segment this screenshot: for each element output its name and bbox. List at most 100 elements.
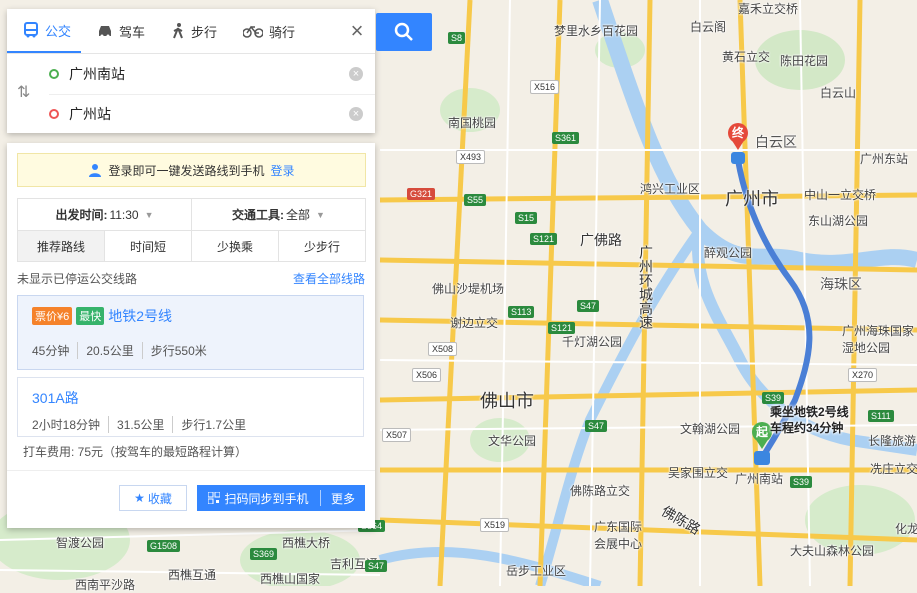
highway-shield: S113 [508,306,535,318]
highway-shield: X516 [530,80,560,94]
sort-less-walking[interactable]: 少步行 [279,231,365,261]
map-label: 海珠区 [820,276,862,292]
favorite-button[interactable]: ★ 收藏 [119,485,187,511]
highway-shield: S39 [762,392,785,404]
map-label: 长隆旅游 [868,434,917,448]
tab-label: 驾车 [119,24,146,40]
tab-walk[interactable]: 步行 [155,9,227,53]
end-marker[interactable]: 终 [727,122,749,169]
tab-label: 骑行 [269,24,296,40]
tab-bus[interactable]: 公交 [7,9,82,53]
view-all-lines-link[interactable]: 查看全部线路 [293,270,365,287]
highway-shield: S121 [530,233,558,245]
map-label: 西樵互通 [168,568,217,582]
map-label: 千灯湖公园 [562,335,623,349]
highway-shield: S55 [464,194,487,206]
chevron-down-icon: ▼ [144,209,154,220]
sort-recommended[interactable]: 推荐路线 [18,231,105,261]
map-label: 黄石立交 [722,50,771,64]
highway-shield: S8 [448,32,466,44]
route-name: 地铁2号线 [108,308,173,324]
map-label: 南国桃园 [448,116,497,130]
more-button[interactable]: 更多 [321,490,365,507]
highway-shield: G321 [407,188,436,200]
favorite-label: 收藏 [147,491,172,506]
route-name: 301A路 [32,390,79,406]
map-label: 广州市 [725,189,779,209]
clear-end-icon[interactable]: × [349,107,363,121]
map-label: 广东国际会展中心 [594,520,643,551]
highway-shield: S361 [552,132,580,144]
end-field[interactable]: 广州站 × [49,94,363,134]
map-label: 大夫山森林公园 [790,544,875,558]
transport-tool-select[interactable]: 交通工具: 全部 ▼ [192,199,365,230]
map-label: 谢边立交 [450,316,499,330]
login-link[interactable]: 登录 [271,162,295,179]
close-icon[interactable]: × [339,18,375,44]
sort-fewer-transfers[interactable]: 少换乘 [192,231,279,261]
chevron-down-icon: ▼ [316,209,325,220]
start-field[interactable]: 广州南站 × [49,54,363,94]
route-search-box: 公交 驾车 步行 骑行 × ⇅ 广州南站 × 广州站 × [7,9,375,133]
swap-icon[interactable]: ⇅ [17,82,30,102]
map-label: 醉观公园 [704,246,753,260]
end-dot-icon [49,109,59,119]
route-result-panel: 登录即可一键发送路线到手机 登录 出发时间: 11:30 ▼ 交通工具: 全部 … [7,143,375,528]
highway-shield: X506 [412,368,442,382]
highway-shield: S47 [365,560,388,572]
route-walk: 步行1.7公里 [172,416,246,433]
sync-label: 扫码同步到手机 [224,491,309,506]
map-label: 广佛路 [580,232,622,248]
route-options: 出发时间: 11:30 ▼ 交通工具: 全部 ▼ 推荐路线 时间短 少换乘 少步… [17,198,366,262]
bike-icon [243,25,264,38]
highway-shield: X507 [382,428,412,442]
route-callout: 乘坐地铁2号线 车程约34分钟 [770,404,849,436]
route-inputs: ⇅ 广州南站 × 广州站 × [7,54,375,134]
map-label: 西南平沙路 [75,578,136,592]
highway-shield: S47 [585,420,608,432]
hint-text: 未显示已停运公交线路 [17,272,138,286]
walk-icon [173,23,183,39]
route-duration: 45分钟 [32,344,70,358]
search-button[interactable] [376,13,432,51]
sync-to-phone-button[interactable]: 扫码同步到手机 更多 [197,485,365,511]
price-tag: 票价¥6 [32,307,73,325]
login-tip: 登录即可一键发送路线到手机 登录 [17,153,366,187]
highway-shield: X270 [848,368,878,382]
end-marker-label: 终 [731,126,744,140]
map-label: 鸿兴工业区 [640,182,701,196]
depart-time-label: 出发时间: [55,208,108,222]
map-label: 中山一立交桥 [804,188,877,202]
map-label: 佛山沙堤机场 [432,282,505,296]
clear-start-icon[interactable]: × [349,67,363,81]
highway-shield: X508 [428,342,458,356]
map-label: 西樵大桥 [282,536,331,550]
end-input[interactable]: 广州站 [69,104,111,124]
highway-shield: S15 [515,212,538,224]
highway-shield: X519 [480,518,510,532]
tab-label: 公交 [45,23,72,39]
map-label: 广州东站 [860,152,909,166]
route-walk: 步行550米 [141,342,207,359]
route-callout-line: 车程约34分钟 [770,421,844,435]
map-label: 文翰湖公园 [680,422,741,436]
map-label: 广州海珠国家湿地公园 [842,324,915,355]
taxi-fare: 打车费用: 75元（按驾车的最短路程计算） [23,445,248,459]
map-label: 智渡公园 [56,536,105,550]
tab-car[interactable]: 驾车 [81,9,155,53]
map-label: 佛山市 [480,391,534,411]
highway-shield: S121 [548,322,576,334]
map-label: 吴家围立交 [668,466,729,480]
sort-shortest-time[interactable]: 时间短 [105,231,192,261]
tab-label: 步行 [191,24,218,40]
search-icon [394,22,413,41]
start-input[interactable]: 广州南站 [69,64,125,84]
depart-time-select[interactable]: 出发时间: 11:30 ▼ [18,199,192,230]
car-icon [99,26,112,38]
route-option-2[interactable]: 301A路 2小时18分钟 31.5公里 步行1.7公里 [17,377,364,437]
route-option-1[interactable]: 票价¥6 最快 地铁2号线 45分钟 20.5公里 步行550米 [17,295,364,370]
highway-shield: S39 [790,476,813,488]
tab-bike[interactable]: 骑行 [227,9,305,53]
route-callout-line: 乘坐地铁2号线 [770,405,849,419]
map-label: 嘉禾立交桥 [738,2,799,16]
